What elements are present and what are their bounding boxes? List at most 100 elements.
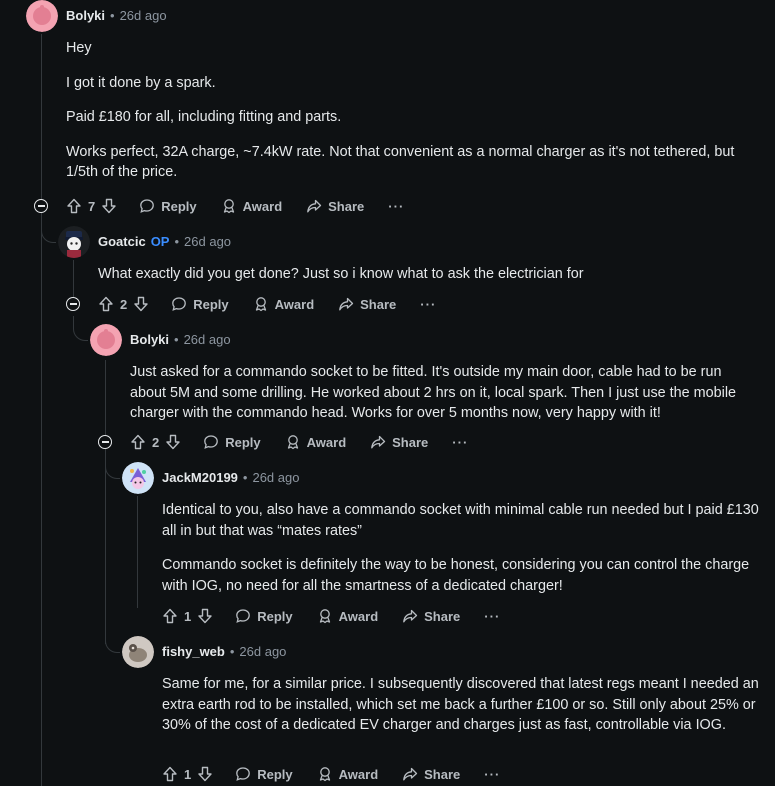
username[interactable]: JackM20199	[162, 470, 238, 485]
comment-paragraph: Works perfect, 32A charge, ~7.4kW rate. …	[66, 143, 735, 181]
reply-label: Reply	[161, 198, 197, 214]
avatar[interactable]	[90, 324, 122, 356]
upvote-icon[interactable]	[162, 608, 178, 624]
vote-count: 2	[152, 434, 160, 450]
downvote-icon[interactable]	[197, 608, 213, 624]
avatar[interactable]	[122, 636, 154, 668]
username[interactable]: Bolyki	[130, 332, 169, 347]
vote-controls: 1	[162, 766, 213, 782]
separator: •	[174, 332, 179, 347]
share-button[interactable]: Share	[370, 434, 428, 450]
more-options-button[interactable]: ···	[484, 767, 500, 782]
share-icon	[403, 767, 418, 781]
username[interactable]: Bolyki	[66, 8, 105, 23]
timestamp[interactable]: 26d ago	[184, 332, 231, 347]
action-bar: 2 Reply Award Share ···	[130, 430, 492, 454]
more-options-button[interactable]: ···	[388, 199, 404, 214]
more-options-icon: ···	[484, 608, 501, 624]
downvote-icon[interactable]	[165, 434, 181, 450]
more-options-button[interactable]: ···	[484, 609, 500, 624]
comment-meta: Bolyki • 26d ago	[66, 8, 167, 23]
vote-count: 2	[120, 296, 128, 312]
share-icon	[403, 609, 418, 623]
timestamp[interactable]: 26d ago	[239, 644, 286, 659]
comment-paragraph: Just asked for a commando socket to be f…	[130, 364, 737, 421]
username[interactable]: fishy_web	[162, 644, 225, 659]
vote-count: 7	[88, 198, 96, 214]
collapse-button[interactable]	[66, 297, 80, 311]
award-icon	[319, 609, 330, 624]
action-bar: 1 Reply Award Share ···	[162, 762, 524, 786]
share-label: Share	[392, 434, 429, 450]
action-bar: 1 Reply Award Share ···	[162, 604, 524, 628]
award-button[interactable]: Award	[253, 296, 314, 312]
downvote-icon[interactable]	[133, 296, 149, 312]
award-button[interactable]: Award	[221, 198, 283, 214]
comment-icon	[236, 609, 251, 623]
share-button[interactable]: Share	[338, 296, 396, 312]
more-options-icon: ···	[484, 766, 501, 782]
comment-paragraph: Hey	[66, 40, 92, 56]
more-options-button[interactable]: ···	[420, 297, 436, 312]
comment-paragraph: Identical to you, also have a commando s…	[162, 502, 759, 539]
share-label: Share	[424, 608, 461, 624]
thread-connector	[105, 454, 120, 479]
thread-connector	[105, 628, 120, 653]
award-icon	[255, 297, 266, 312]
reply-button[interactable]: Reply	[235, 608, 293, 624]
reply-label: Reply	[257, 608, 293, 624]
reply-label: Reply	[193, 296, 229, 312]
award-button[interactable]: Award	[317, 766, 379, 782]
reply-button[interactable]: Reply	[171, 296, 229, 312]
share-button[interactable]: Share	[306, 198, 364, 214]
comment-meta: JackM20199 • 26d ago	[162, 470, 299, 485]
timestamp[interactable]: 26d ago	[184, 234, 231, 249]
reply-button[interactable]: Reply	[235, 766, 293, 782]
more-options-icon: ···	[420, 296, 437, 312]
share-button[interactable]: Share	[402, 608, 460, 624]
vote-controls: 1	[162, 608, 213, 624]
timestamp[interactable]: 26d ago	[120, 8, 167, 23]
upvote-icon[interactable]	[162, 766, 178, 782]
award-label: Award	[242, 198, 283, 214]
award-label: Award	[338, 766, 379, 782]
separator: •	[174, 234, 180, 249]
thread-line[interactable]	[105, 448, 106, 644]
collapse-button[interactable]	[34, 199, 48, 213]
action-bar: 7 Reply Award Share ···	[66, 194, 428, 218]
comment-paragraph: What exactly did you get done? Just so i…	[98, 266, 584, 282]
upvote-icon[interactable]	[130, 434, 146, 450]
thread-line[interactable]	[137, 496, 138, 608]
avatar[interactable]	[122, 462, 154, 494]
op-badge: OP	[150, 234, 170, 249]
share-button[interactable]: Share	[402, 766, 460, 782]
award-button[interactable]: Award	[285, 434, 347, 450]
action-bar: 2 Reply Award Share ···	[98, 292, 460, 316]
reply-button[interactable]: Reply	[203, 434, 261, 450]
share-label: Share	[424, 766, 461, 782]
comment-icon	[204, 435, 219, 449]
username[interactable]: Goatcic	[98, 234, 146, 249]
share-label: Share	[328, 198, 365, 214]
comment-icon	[140, 199, 155, 213]
thread-line[interactable]	[41, 34, 42, 786]
avatar[interactable]	[26, 0, 58, 32]
share-icon	[307, 199, 322, 213]
upvote-icon[interactable]	[66, 198, 82, 214]
award-button[interactable]: Award	[317, 608, 379, 624]
comment-meta: Goatcic OP • 26d ago	[98, 234, 231, 249]
award-label: Award	[306, 434, 347, 450]
comment-body: Same for me, for a similar price. I subs…	[162, 674, 762, 750]
comment-paragraph: I got it done by a spark.	[66, 74, 216, 91]
vote-controls: 2	[98, 296, 149, 312]
avatar[interactable]	[58, 226, 90, 258]
reply-button[interactable]: Reply	[139, 198, 197, 214]
downvote-icon[interactable]	[197, 766, 213, 782]
timestamp[interactable]: 26d ago	[252, 470, 299, 485]
collapse-button[interactable]	[98, 435, 112, 449]
upvote-icon[interactable]	[98, 296, 114, 312]
downvote-icon[interactable]	[101, 198, 117, 214]
thread-line[interactable]	[105, 360, 106, 440]
award-label: Award	[338, 608, 379, 624]
more-options-button[interactable]: ···	[452, 435, 468, 450]
